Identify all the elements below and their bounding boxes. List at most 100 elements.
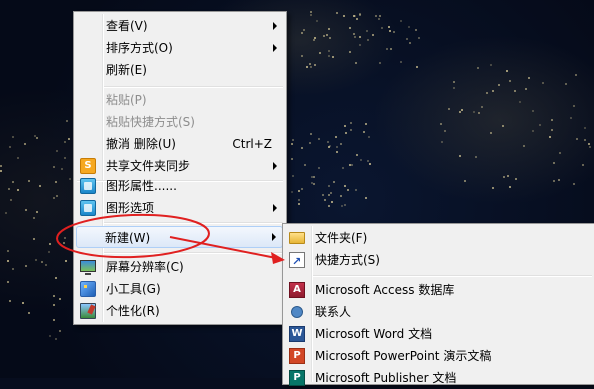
menu-item-label: 共享文件夹同步	[106, 159, 191, 173]
menu-item-label: 撤消 删除(U)	[106, 137, 176, 151]
submenu-arrow-icon	[273, 22, 277, 30]
menu-item-undo-delete[interactable]: 撤消 删除(U) Ctrl+Z	[76, 133, 284, 155]
menu-item-gadgets[interactable]: 小工具(G)	[76, 278, 284, 300]
menu-item-view[interactable]: 查看(V)	[76, 15, 284, 37]
word-icon: W	[289, 326, 305, 342]
city-light	[380, 26, 383, 29]
menu-item-screen-resolution[interactable]: 屏幕分辨率(C)	[76, 256, 284, 278]
city-light	[399, 20, 402, 23]
city-light	[352, 32, 355, 35]
menu-item-paste-shortcut[interactable]: 粘贴快捷方式(S)	[76, 111, 284, 133]
menu-item-new[interactable]: 新建(W)	[76, 226, 283, 248]
city-light	[378, 14, 381, 17]
city-light	[354, 189, 357, 192]
menu-item-label: Microsoft PowerPoint 演示文稿	[315, 349, 492, 363]
submenu-item-contact[interactable]: 联系人	[285, 301, 591, 323]
city-light	[358, 43, 361, 46]
city-light	[44, 264, 47, 267]
city-light	[55, 195, 58, 198]
city-light	[399, 60, 402, 63]
city-light	[575, 73, 578, 76]
powerpoint-icon: P	[289, 348, 305, 364]
monitor-icon	[80, 260, 96, 275]
menu-item-label: 刷新(E)	[106, 63, 147, 77]
new-submenu: 文件夹(F) 快捷方式(S) A Microsoft Access 数据库 联系…	[282, 223, 594, 386]
menu-item-label: 排序方式(O)	[106, 41, 173, 55]
city-light	[16, 156, 19, 159]
city-light	[343, 14, 346, 17]
menu-item-label: 粘贴快捷方式(S)	[106, 115, 195, 129]
city-light	[416, 65, 419, 68]
city-light	[318, 137, 320, 140]
city-light	[366, 159, 369, 162]
shortcut-icon	[289, 251, 305, 273]
city-light	[514, 177, 517, 180]
city-light	[6, 280, 9, 283]
graphics-properties-icon	[80, 178, 96, 194]
submenu-item-shortcut[interactable]: 快捷方式(S)	[285, 249, 591, 273]
city-light	[356, 17, 359, 20]
menu-separator	[104, 86, 283, 88]
city-light	[301, 146, 304, 149]
city-light	[489, 63, 492, 66]
city-light	[508, 185, 511, 188]
city-light	[63, 236, 66, 239]
city-light	[367, 135, 370, 138]
city-light	[564, 83, 567, 86]
city-light	[329, 36, 332, 39]
city-light	[558, 178, 561, 181]
personalize-icon	[80, 303, 96, 319]
city-light	[301, 187, 304, 190]
city-light	[58, 329, 61, 332]
submenu-item-powerpoint[interactable]: P Microsoft PowerPoint 演示文稿	[285, 345, 591, 367]
city-light	[310, 182, 313, 185]
menu-item-shared-folder-sync[interactable]: S 共享文件夹同步	[76, 155, 284, 177]
city-light	[459, 154, 462, 157]
city-light	[63, 241, 66, 244]
submenu-item-publisher[interactable]: P Microsoft Publisher 文档	[285, 367, 591, 389]
city-light	[358, 13, 361, 16]
menu-item-label: 查看(V)	[106, 19, 148, 33]
city-light	[447, 107, 450, 110]
submenu-arrow-icon	[273, 44, 277, 52]
menu-item-label: 屏幕分辨率(C)	[106, 260, 184, 274]
city-light	[541, 81, 544, 84]
city-light	[365, 29, 368, 32]
city-light	[392, 31, 395, 34]
menu-item-paste[interactable]: 粘贴(P)	[76, 89, 284, 111]
menu-item-label: Microsoft Word 文档	[315, 327, 433, 341]
menu-item-refresh[interactable]: 刷新(E)	[76, 59, 284, 81]
menu-item-label: 图形选项	[106, 201, 155, 215]
city-light	[527, 77, 530, 80]
sync-icon: S	[80, 158, 96, 174]
menu-item-label: 新建(W)	[105, 231, 151, 245]
city-light	[327, 204, 330, 207]
menu-item-label: 文件夹(F)	[315, 231, 368, 245]
menu-item-sort-by[interactable]: 排序方式(O)	[76, 37, 284, 59]
submenu-item-folder[interactable]: 文件夹(F)	[285, 227, 591, 249]
city-light	[40, 261, 43, 264]
city-light	[452, 81, 455, 84]
city-light	[308, 142, 311, 145]
menu-item-label: Microsoft Publisher 文档	[315, 371, 457, 385]
city-light	[588, 145, 591, 148]
menu-separator	[313, 275, 592, 277]
city-light	[24, 208, 27, 211]
city-light	[24, 264, 27, 267]
city-light	[313, 38, 316, 41]
publisher-icon: P	[289, 370, 305, 386]
submenu-item-word-document[interactable]: W Microsoft Word 文档	[285, 323, 591, 345]
city-light	[27, 179, 30, 182]
menu-item-label: 个性化(R)	[106, 304, 160, 318]
city-light	[408, 41, 411, 44]
city-light	[558, 152, 561, 154]
menu-item-graphics-properties[interactable]: 图形属性......	[76, 175, 284, 197]
city-light	[55, 149, 58, 152]
menu-item-graphics-options[interactable]: 图形选项	[76, 197, 284, 219]
city-light	[6, 249, 9, 252]
menu-item-personalize[interactable]: 个性化(R)	[76, 300, 284, 322]
city-light	[52, 303, 55, 306]
city-light	[298, 198, 301, 201]
city-light	[6, 260, 9, 263]
submenu-item-access-database[interactable]: A Microsoft Access 数据库	[285, 279, 591, 301]
